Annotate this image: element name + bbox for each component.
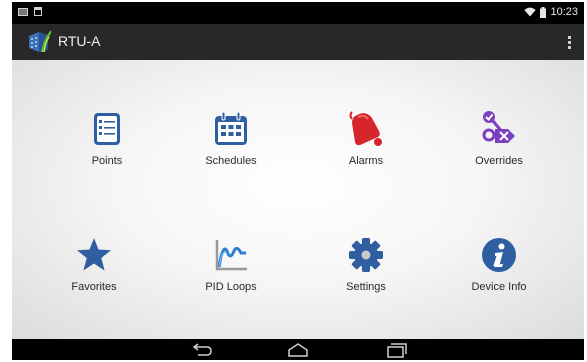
action-bar: RTU-A bbox=[12, 24, 584, 60]
schedules-calendar-icon bbox=[213, 111, 249, 147]
menu-item-schedules[interactable]: Schedules bbox=[176, 111, 286, 191]
menu-item-device-info[interactable]: Device Info bbox=[444, 237, 554, 317]
menu-item-label: Favorites bbox=[71, 281, 117, 293]
device-screen: 10:23 RTU-A Points Schedules Alarms Over… bbox=[12, 2, 584, 360]
status-bar: 10:23 bbox=[12, 2, 584, 24]
overflow-menu-icon[interactable] bbox=[562, 32, 576, 52]
status-indicators: 10:23 bbox=[524, 6, 578, 18]
menu-item-label: Points bbox=[91, 155, 123, 167]
battery-icon bbox=[540, 6, 547, 18]
menu-item-label: Device Info bbox=[471, 281, 527, 293]
back-icon[interactable] bbox=[190, 342, 214, 358]
menu-item-label: Alarms bbox=[348, 155, 384, 167]
menu-item-favorites[interactable]: Favorites bbox=[39, 237, 149, 317]
menu-item-label: Schedules bbox=[205, 155, 257, 167]
wifi-icon bbox=[524, 7, 537, 17]
menu-item-overrides[interactable]: Overrides bbox=[444, 111, 554, 191]
clock: 10:23 bbox=[550, 6, 578, 18]
menu-item-alarms[interactable]: Alarms bbox=[311, 111, 421, 191]
app-title: RTU-A bbox=[58, 33, 101, 49]
alarm-bell-icon bbox=[348, 111, 384, 147]
menu-item-label: PID Loops bbox=[205, 281, 257, 293]
calendar-notification-icon bbox=[34, 7, 42, 16]
menu-item-settings[interactable]: Settings bbox=[311, 237, 421, 317]
device-info-icon bbox=[481, 237, 517, 273]
image-notification-icon bbox=[18, 7, 28, 16]
pid-loops-graph-icon bbox=[213, 237, 249, 273]
settings-gear-icon bbox=[348, 237, 384, 273]
navigation-bar bbox=[12, 339, 584, 360]
menu-item-label: Settings bbox=[346, 281, 386, 293]
recent-apps-icon[interactable] bbox=[384, 342, 408, 358]
favorites-star-icon bbox=[76, 237, 112, 273]
overrides-icon bbox=[481, 111, 517, 147]
rtu-building-logo-icon[interactable] bbox=[26, 28, 52, 54]
screenshot-frame: 10:23 RTU-A Points Schedules Alarms Over… bbox=[0, 0, 587, 362]
menu-item-label: Overrides bbox=[475, 155, 523, 167]
main-menu-grid: Points Schedules Alarms Overrides Favori… bbox=[12, 60, 584, 339]
points-list-icon bbox=[89, 111, 125, 147]
menu-item-points[interactable]: Points bbox=[52, 111, 162, 191]
notification-icons bbox=[18, 7, 42, 16]
home-icon[interactable] bbox=[286, 342, 310, 358]
menu-item-pid-loops[interactable]: PID Loops bbox=[176, 237, 286, 317]
